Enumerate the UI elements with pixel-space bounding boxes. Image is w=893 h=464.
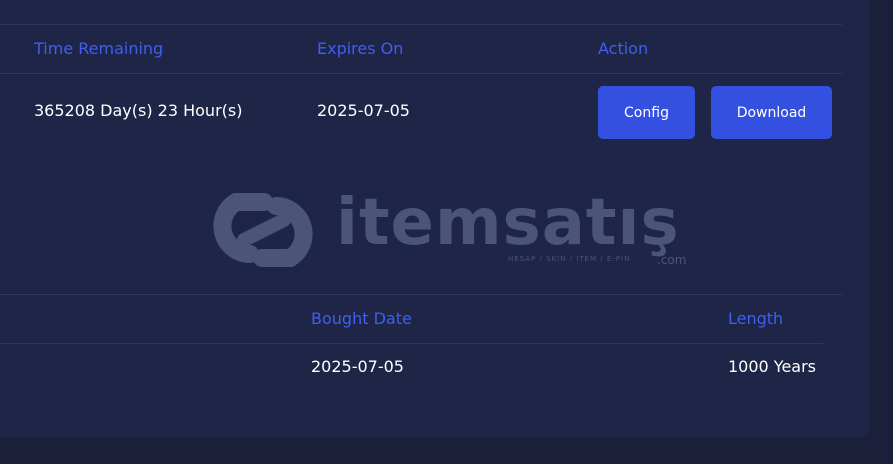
watermark: itemsatış HESAP / SKIN / ITEM / E-PIN .c… [206,186,696,272]
header-length: Length [728,309,784,328]
table-header-divider [0,73,842,74]
table2-top-divider [0,294,842,295]
config-button[interactable]: Config [598,86,695,139]
chain-link-icon [213,193,313,267]
bought-date-value: 2025-07-05 [311,357,404,376]
watermark-tagline: HESAP / SKIN / ITEM / E-PIN [508,255,631,263]
table2-header-divider [0,343,823,344]
table-top-divider [0,24,842,25]
header-time-remaining: Time Remaining [34,39,164,58]
download-button[interactable]: Download [711,86,832,139]
length-value: 1000 Years [728,357,817,376]
watermark-domain: .com [657,253,687,267]
expires-on-value: 2025-07-05 [317,101,410,120]
watermark-brand: itemsatış [336,186,680,260]
header-expires-on: Expires On [317,39,404,58]
header-action: Action [598,39,649,58]
time-remaining-value: 365208 Day(s) 23 Hour(s) [34,101,243,120]
header-bought-date: Bought Date [311,309,412,328]
content-panel: Time Remaining Expires On Action 365208 … [0,0,870,438]
